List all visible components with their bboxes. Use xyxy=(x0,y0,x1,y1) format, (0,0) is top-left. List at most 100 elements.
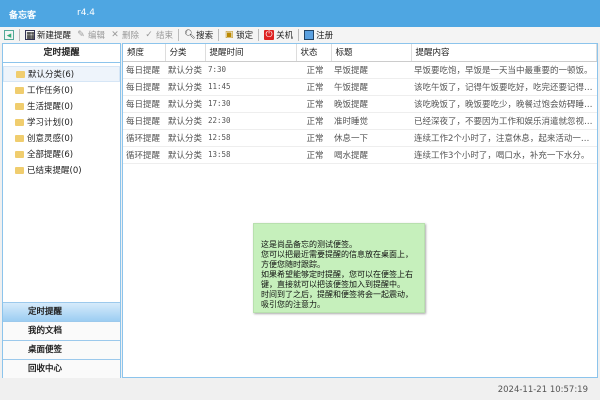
finish-button[interactable]: ✓ 结束 xyxy=(144,29,173,41)
table-row[interactable]: 每日提醒 默认分类 11:45 正常 午饭提醒 该吃午饭了，记得午饭要吃好，吃完还要记得小… xyxy=(123,78,597,96)
cell-status: 正常 xyxy=(296,61,331,79)
new-reminder-button[interactable]: ▦ 新建提醒 xyxy=(25,29,71,41)
folder-icon xyxy=(15,166,24,174)
cell-category: 默认分类 xyxy=(165,146,205,164)
category-item[interactable]: 已结束提醒(0) xyxy=(3,162,120,178)
lock-button[interactable]: ▣ 锁定 xyxy=(224,29,253,41)
category-item[interactable]: 创意灵感(0) xyxy=(3,130,120,146)
search-button[interactable]: 🔍︎ 搜索 xyxy=(184,29,213,41)
nav-recycle-center[interactable]: 回收中心 xyxy=(3,359,120,378)
cell-status: 正常 xyxy=(296,112,331,130)
folder-icon xyxy=(15,102,24,110)
col-frequency[interactable]: 频度 xyxy=(123,44,166,62)
divider xyxy=(258,29,260,41)
cell-time: 22:30 xyxy=(205,112,296,130)
folder-icon xyxy=(15,150,24,158)
folder-icon xyxy=(15,134,24,142)
category-label: 生活提醒(0) xyxy=(27,102,74,112)
left-panel-title: 定时提醒 xyxy=(3,44,120,63)
nav-desktop-notes[interactable]: 桌面便签 xyxy=(3,340,120,359)
cell-frequency: 每日提醒 xyxy=(123,78,165,96)
cell-frequency: 每日提醒 xyxy=(123,95,165,113)
category-item[interactable]: 工作任务(0) xyxy=(3,82,120,98)
cell-time: 17:30 xyxy=(205,95,296,113)
cell-frequency: 循环提醒 xyxy=(123,129,165,147)
category-item[interactable]: 生活提醒(0) xyxy=(3,98,120,114)
cell-status: 正常 xyxy=(296,78,331,96)
table-row[interactable]: 循环提醒 默认分类 12:58 正常 休息一下 连续工作2个小时了，注意休息，起来活动一下… xyxy=(123,129,597,147)
cell-time: 12:58 xyxy=(205,129,296,147)
cell-status: 正常 xyxy=(296,146,331,164)
table-row[interactable]: 循环提醒 默认分类 13:58 正常 喝水提醒 连续工作3个小时了，喝口水，补充一下水分。 xyxy=(123,146,597,164)
collapse-button[interactable]: ◂ xyxy=(4,30,14,41)
reminder-list: 频度 分类 提醒时间 状态 标题 提醒内容 每日提醒 默认分类 7:30 正常 早饭提醒… xyxy=(122,43,598,378)
category-label: 学习计划(0) xyxy=(27,118,74,128)
cell-content: 该吃午饭了，记得午饭要吃好，吃完还要记得小... xyxy=(411,78,597,96)
shutdown-label: 关机 xyxy=(276,31,294,41)
register-label: 注册 xyxy=(316,31,334,41)
finish-label: 结束 xyxy=(156,31,174,41)
cell-title: 午饭提醒 xyxy=(331,78,411,96)
category-label: 默认分类(6) xyxy=(28,70,75,80)
col-content[interactable]: 提醒内容 xyxy=(411,44,597,62)
cell-content: 该吃晚饭了，晚饭要吃少，晚餐过饱会妨碍睡眠... xyxy=(411,95,597,113)
reminder-table: 频度 分类 提醒时间 状态 标题 提醒内容 每日提醒 默认分类 7:30 正常 早饭提醒… xyxy=(123,44,597,164)
status-bar: 2024-11-21 10:57:19 xyxy=(0,380,600,400)
cell-status: 正常 xyxy=(296,95,331,113)
note-line: 如果希望能够定时提醒，您可以在便签上右 xyxy=(261,270,413,279)
note-line: 时间到了之后，提醒和便签将会一起震动， xyxy=(261,290,413,299)
cell-category: 默认分类 xyxy=(165,61,205,79)
note-line: 吸引您的注意力。 xyxy=(261,300,325,309)
table-row[interactable]: 每日提醒 默认分类 17:30 正常 晚饭提醒 该吃晚饭了，晚饭要吃少，晚餐过饱会妨碍睡眠… xyxy=(123,95,597,113)
note-line: 这是尚品备忘的测试便签。 xyxy=(261,240,357,249)
app-title: 备忘客 xyxy=(9,11,37,21)
divider xyxy=(178,29,180,41)
toolbar: ◂ ▦ 新建提醒 ✎ 编辑 ✕ 删除 ✓ 结束 🔍︎ 搜索 ▣ 锁定 ⏻ 关机 注册 xyxy=(0,27,600,43)
cell-content: 连续工作3个小时了，喝口水，补充一下水分。 xyxy=(411,146,597,164)
category-label: 全部提醒(6) xyxy=(27,150,74,160)
table-row[interactable]: 每日提醒 默认分类 7:30 正常 早饭提醒 早饭要吃饱，早饭是一天当中最重要的一顿饭。 xyxy=(123,61,597,79)
category-item[interactable]: 全部提醒(6) xyxy=(3,146,120,162)
category-tree: 默认分类(6) 工作任务(0) 生活提醒(0) 学习计划(0) 创意灵感(0) … xyxy=(3,63,120,178)
category-item[interactable]: 默认分类(6) xyxy=(3,66,120,82)
note-line: 键，直接就可以把该便签加入到提醒中。 xyxy=(261,280,405,289)
col-status[interactable]: 状态 xyxy=(296,44,332,62)
power-icon: ⏻ xyxy=(264,30,275,40)
table-row[interactable]: 每日提醒 默认分类 22:30 正常 准时睡觉 已经深夜了，不要因为工作和娱乐消遣就忽视睡… xyxy=(123,112,597,130)
search-icon: 🔍︎ xyxy=(184,30,196,40)
cell-title: 准时睡觉 xyxy=(331,112,411,130)
nav-my-documents[interactable]: 我的文档 xyxy=(3,321,120,340)
divider xyxy=(298,29,300,41)
new-label: 新建提醒 xyxy=(37,31,72,41)
register-button[interactable]: 注册 xyxy=(304,29,333,41)
bottom-nav: 定时提醒 我的文档 桌面便签 回收中心 xyxy=(3,302,120,378)
category-item[interactable]: 学习计划(0) xyxy=(3,114,120,130)
col-time[interactable]: 提醒时间 xyxy=(205,44,297,62)
app-version: r4.4 xyxy=(77,8,96,18)
col-title[interactable]: 标题 xyxy=(331,44,412,62)
monitor-icon xyxy=(304,30,315,40)
cell-time: 11:45 xyxy=(205,78,296,96)
lock-label: 锁定 xyxy=(236,31,254,41)
delete-label: 删除 xyxy=(122,31,140,41)
shutdown-button[interactable]: ⏻ 关机 xyxy=(264,29,293,41)
folder-icon xyxy=(16,70,25,78)
col-category[interactable]: 分类 xyxy=(165,44,206,62)
search-label: 搜索 xyxy=(196,31,214,41)
cell-category: 默认分类 xyxy=(165,112,205,130)
divider xyxy=(218,29,220,41)
delete-button[interactable]: ✕ 删除 xyxy=(110,29,139,41)
left-panel: 定时提醒 默认分类(6) 工作任务(0) 生活提醒(0) 学习计划(0) 创意灵… xyxy=(2,43,121,378)
desktop-note[interactable]: 这是尚品备忘的测试便签。 您可以把最近需要提醒的信息放在桌面上， 方便您随时跟踪… xyxy=(253,223,425,313)
cell-time: 13:58 xyxy=(205,146,296,164)
cell-category: 默认分类 xyxy=(165,95,205,113)
cell-frequency: 每日提醒 xyxy=(123,61,165,79)
nav-timed-reminders[interactable]: 定时提醒 xyxy=(3,302,120,321)
category-label: 工作任务(0) xyxy=(27,86,74,96)
cell-category: 默认分类 xyxy=(165,78,205,96)
cell-category: 默认分类 xyxy=(165,129,205,147)
edit-button[interactable]: ✎ 编辑 xyxy=(76,29,105,41)
lock-icon: ▣ xyxy=(224,30,234,40)
table-header: 频度 分类 提醒时间 状态 标题 提醒内容 xyxy=(123,44,597,62)
pencil-icon: ✎ xyxy=(77,30,85,40)
